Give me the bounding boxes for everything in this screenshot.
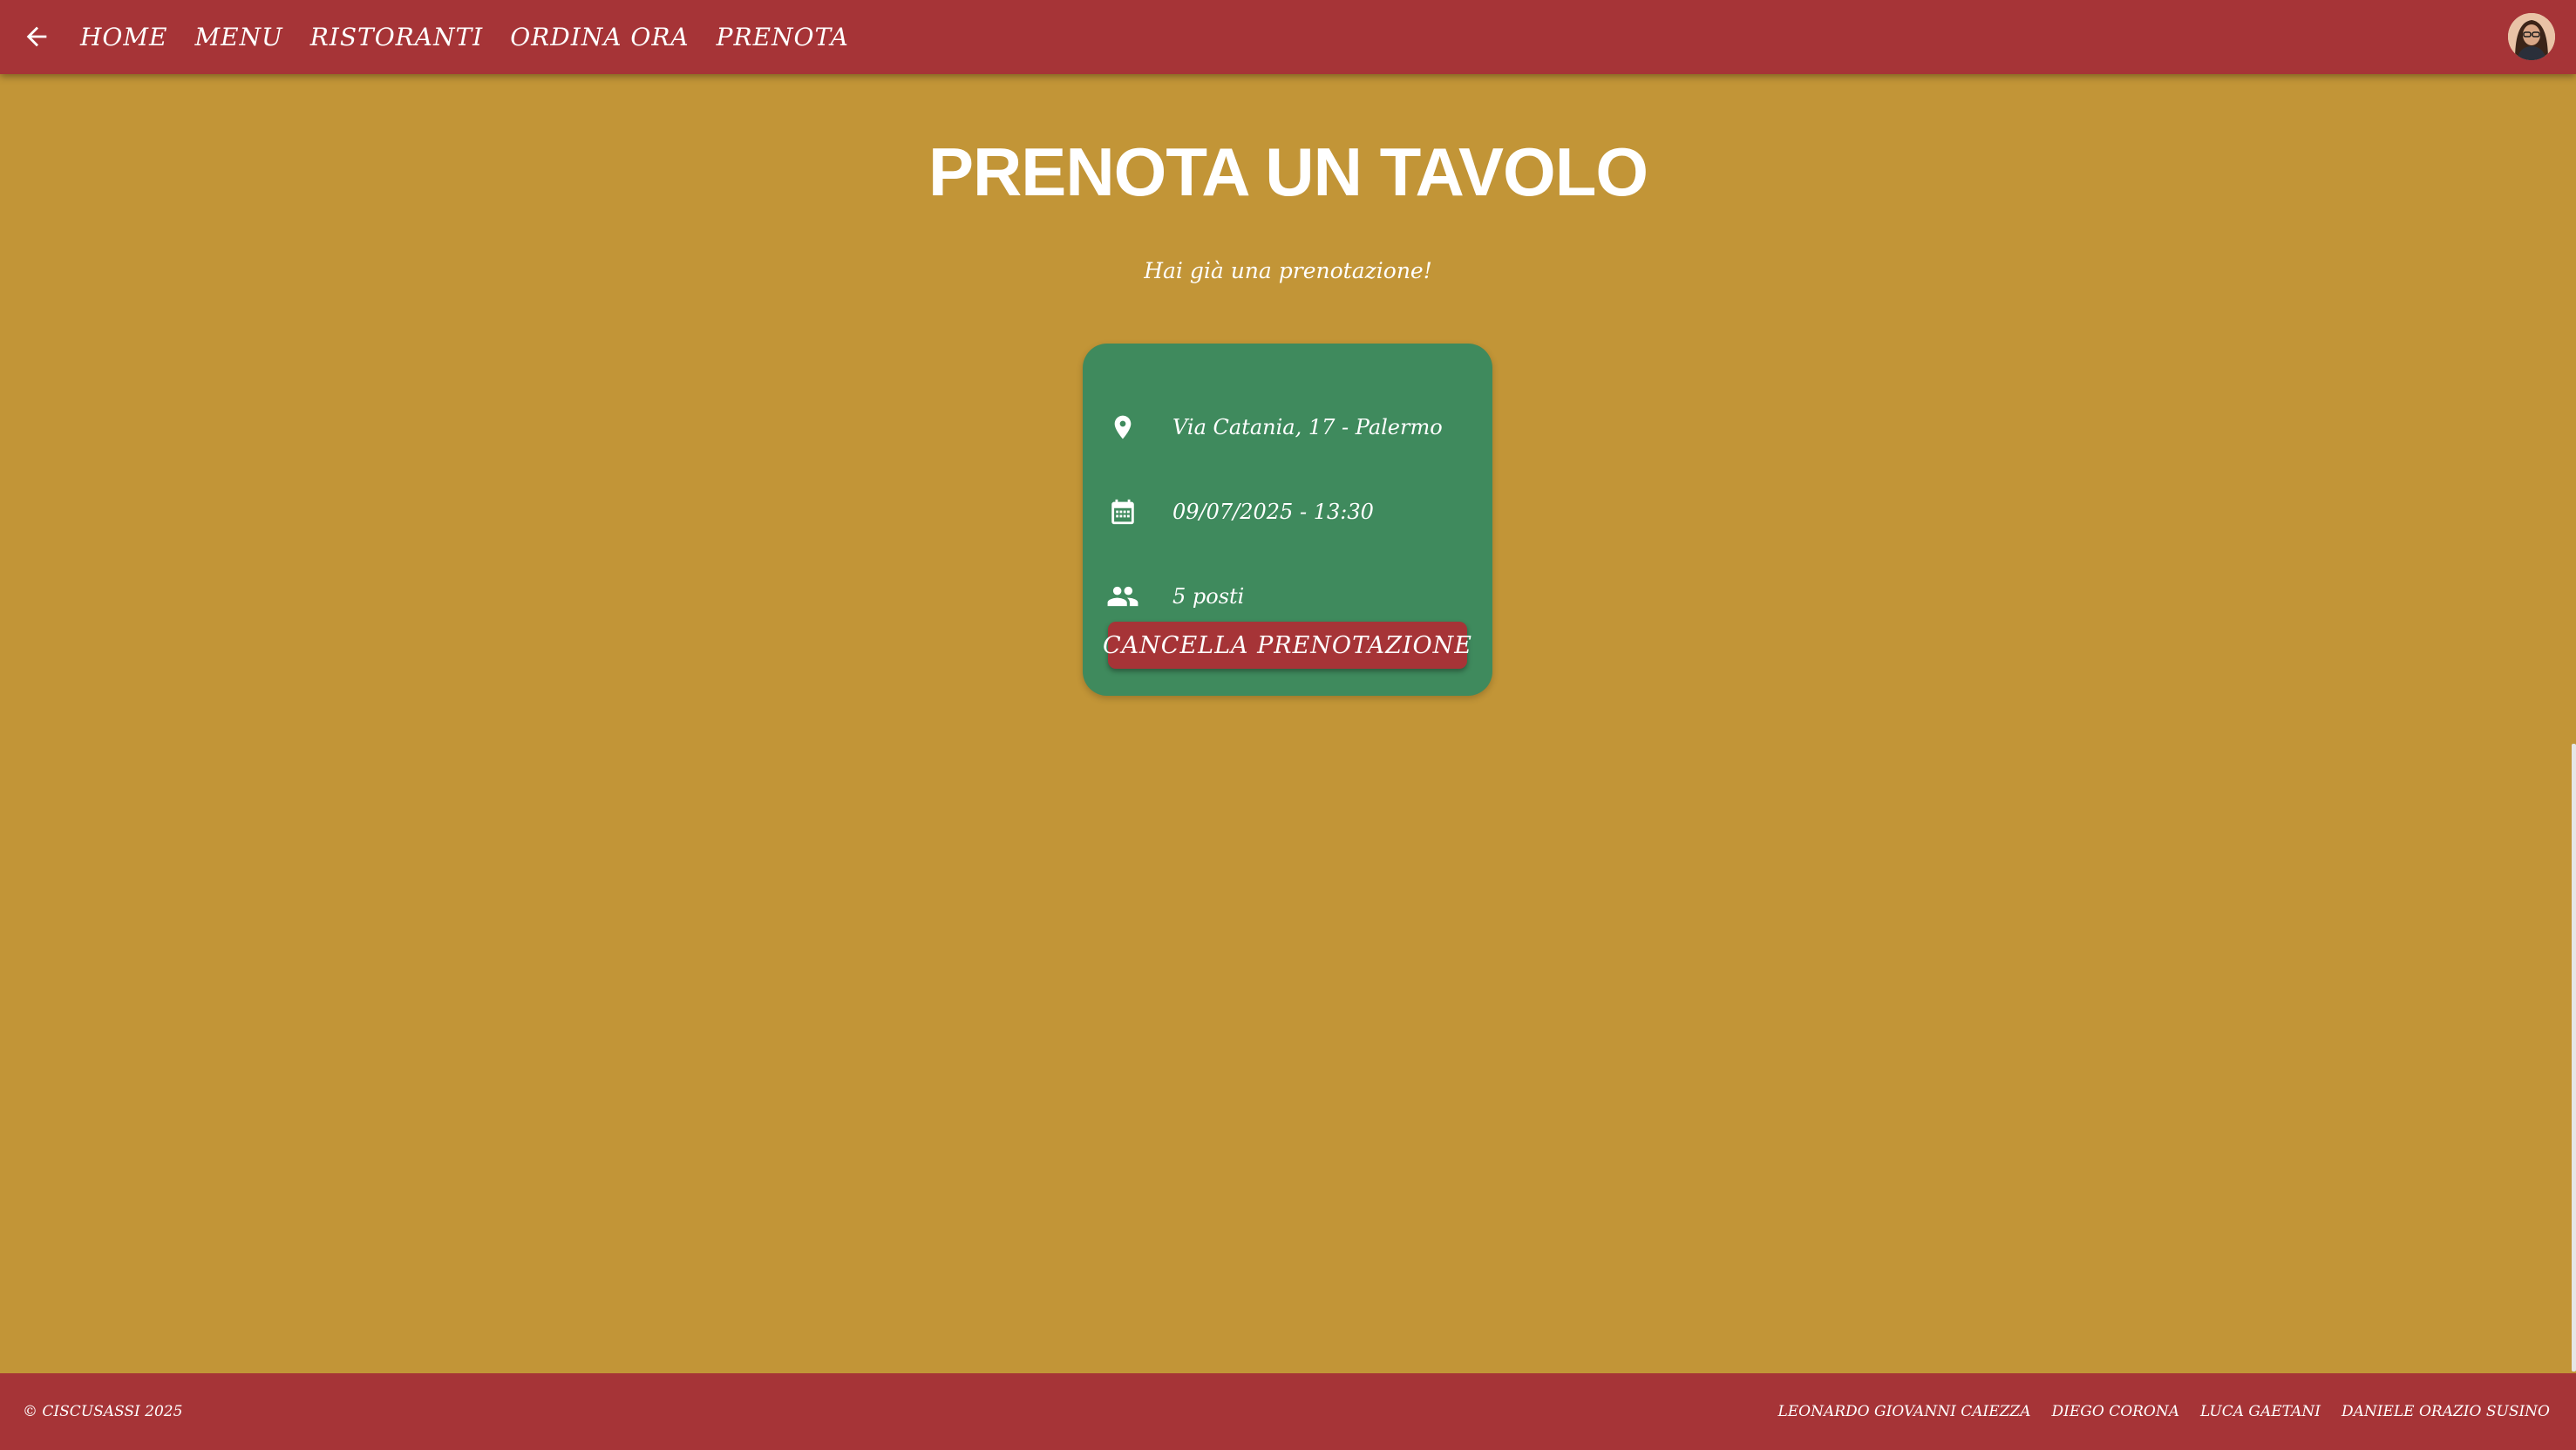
footer-author-2[interactable]: DIEGO CORONA (2052, 1403, 2180, 1420)
scrollbar[interactable] (2572, 744, 2576, 1372)
cancel-reservation-button[interactable]: CANCELLA PRENOTAZIONE (1103, 622, 1472, 669)
nav-links: HOME MENU RISTORANTI ORDINA ORA PRENOTA (80, 0, 876, 74)
top-navbar: HOME MENU RISTORANTI ORDINA ORA PRENOTA (0, 0, 2576, 74)
back-button[interactable] (17, 17, 56, 56)
footer: © CISCUSASSI 2025 LEONARDO GIOVANNI CAIE… (0, 1373, 2576, 1450)
nav-ristoranti[interactable]: RISTORANTI (310, 23, 484, 51)
people-icon (1105, 579, 1140, 614)
footer-authors: LEONARDO GIOVANNI CAIEZZA DIEGO CORONA L… (1757, 1373, 2550, 1450)
location-pin-icon (1105, 410, 1140, 445)
reservation-datetime: 09/07/2025 - 13:30 (1172, 500, 1374, 524)
datetime-row: 09/07/2025 - 13:30 (1105, 490, 1374, 534)
user-avatar[interactable] (2508, 13, 2555, 60)
user-avatar-icon (2508, 13, 2555, 60)
address-row: Via Catania, 17 - Palermo (1105, 405, 1443, 449)
footer-author-1[interactable]: LEONARDO GIOVANNI CAIEZZA (1777, 1403, 2030, 1420)
reservation-card: Via Catania, 17 - Palermo 09/07/2025 - 1… (1083, 344, 1492, 696)
nav-ordina-ora[interactable]: ORDINA ORA (510, 23, 689, 51)
arrow-back-icon (26, 26, 47, 47)
page-title: PRENOTA UN TAVOLO (928, 133, 1648, 210)
nav-home[interactable]: HOME (80, 23, 167, 51)
copyright-text: © CISCUSASSI 2025 (23, 1403, 183, 1420)
reservation-notice: Hai già una prenotazione! (1144, 258, 1432, 283)
footer-author-4[interactable]: DANIELE ORAZIO SUSINO (2342, 1403, 2550, 1420)
footer-author-3[interactable]: LUCA GAETANI (2200, 1403, 2321, 1420)
calendar-icon (1105, 494, 1140, 529)
reservation-address: Via Catania, 17 - Palermo (1172, 415, 1443, 439)
nav-prenota[interactable]: PRENOTA (717, 23, 849, 51)
nav-menu[interactable]: MENU (194, 23, 282, 51)
seats-row: 5 posti (1105, 575, 1244, 618)
reservation-seats: 5 posti (1172, 584, 1245, 609)
